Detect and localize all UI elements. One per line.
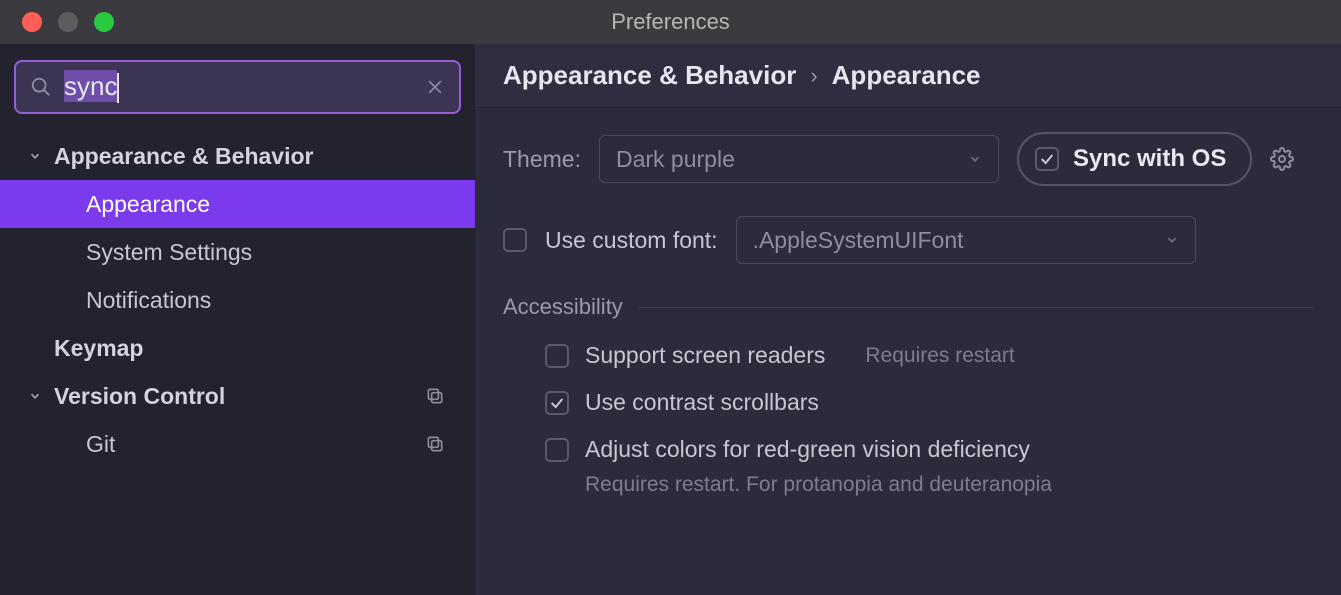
chevron-down-icon (968, 152, 982, 166)
custom-font-label: Use custom font: (545, 227, 718, 254)
section-title: Accessibility (503, 294, 623, 320)
checkbox[interactable] (545, 391, 569, 415)
tree-item-notifications[interactable]: Notifications (0, 276, 475, 324)
opt-desc: Requires restart. For protanopia and deu… (503, 473, 1313, 497)
content-pane: Appearance & Behavior › Appearance Theme… (475, 44, 1341, 595)
sidebar: sync Appearance & Behavior Appearance Sy… (0, 44, 475, 595)
search-icon (30, 76, 52, 98)
window-minimize-button[interactable] (58, 12, 78, 32)
opt-color-vision[interactable]: Adjust colors for red-green vision defic… (503, 436, 1313, 463)
window-close-button[interactable] (22, 12, 42, 32)
tree-item-label: Git (86, 431, 115, 458)
opt-label: Adjust colors for red-green vision defic… (585, 436, 1030, 463)
theme-select[interactable]: Dark purple (599, 135, 999, 183)
window-zoom-button[interactable] (94, 12, 114, 32)
breadcrumb: Appearance & Behavior › Appearance (475, 44, 1341, 108)
tree-item-appearance[interactable]: Appearance (0, 180, 475, 228)
tree-item-system-settings[interactable]: System Settings (0, 228, 475, 276)
accessibility-section: Accessibility (503, 294, 1313, 320)
checkbox[interactable] (545, 438, 569, 462)
copy-icon[interactable] (425, 386, 445, 406)
opt-hint: Requires restart (865, 344, 1014, 368)
tree-group-version-control[interactable]: Version Control (0, 372, 475, 420)
custom-font-checkbox[interactable] (503, 228, 527, 252)
tree-group-appearance-behavior[interactable]: Appearance & Behavior (0, 132, 475, 180)
chevron-down-icon (1165, 233, 1179, 247)
clear-icon[interactable] (425, 77, 445, 97)
checkbox[interactable] (545, 344, 569, 368)
opt-screen-readers[interactable]: Support screen readers Requires restart (503, 342, 1313, 369)
font-value: .AppleSystemUIFont (753, 227, 964, 254)
theme-value: Dark purple (616, 146, 735, 173)
tree-item-label: Appearance (86, 191, 210, 218)
titlebar: Preferences (0, 0, 1341, 44)
settings-tree: Appearance & Behavior Appearance System … (0, 124, 475, 468)
search-text[interactable]: sync (64, 71, 413, 103)
breadcrumb-current: Appearance (832, 60, 981, 91)
chevron-right-icon: › (810, 63, 817, 89)
tree-group-label: Keymap (54, 335, 143, 362)
traffic-lights (0, 12, 114, 32)
chevron-down-icon (24, 149, 46, 163)
chevron-down-icon (24, 389, 46, 403)
opt-label: Support screen readers (585, 342, 825, 369)
sync-checkbox[interactable] (1035, 147, 1059, 171)
sync-with-os-toggle[interactable]: Sync with OS (1017, 132, 1252, 186)
gear-icon[interactable] (1270, 147, 1294, 171)
divider (639, 307, 1313, 308)
opt-contrast-scrollbars[interactable]: Use contrast scrollbars (503, 389, 1313, 416)
copy-icon[interactable] (425, 434, 445, 454)
tree-item-label: Notifications (86, 287, 211, 314)
tree-group-keymap[interactable]: Keymap (0, 324, 475, 372)
breadcrumb-parent[interactable]: Appearance & Behavior (503, 60, 796, 91)
tree-item-git[interactable]: Git (0, 420, 475, 468)
tree-group-label: Version Control (54, 383, 225, 410)
tree-group-label: Appearance & Behavior (54, 143, 313, 170)
window-title: Preferences (0, 9, 1341, 35)
search-input[interactable]: sync (14, 60, 461, 114)
tree-item-label: System Settings (86, 239, 252, 266)
sync-label: Sync with OS (1073, 145, 1226, 173)
font-select[interactable]: .AppleSystemUIFont (736, 216, 1196, 264)
opt-label: Use contrast scrollbars (585, 389, 819, 416)
theme-label: Theme: (503, 146, 581, 173)
